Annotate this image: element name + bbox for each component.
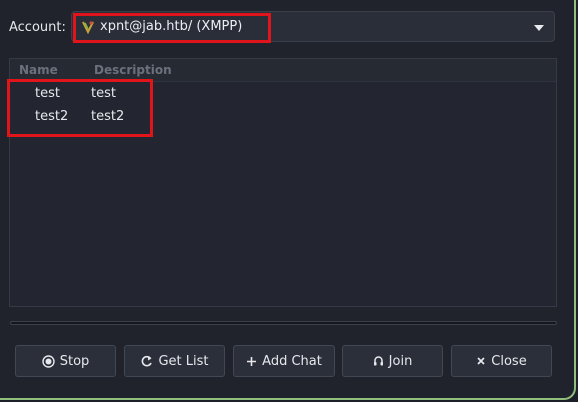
chevron-down-icon[interactable] bbox=[534, 25, 544, 31]
table-header: Name Description bbox=[10, 59, 556, 82]
close-button[interactable]: Close bbox=[451, 345, 552, 377]
room-description: test2 bbox=[91, 109, 125, 124]
room-name: test bbox=[35, 86, 60, 101]
join-button-label: Join bbox=[388, 353, 413, 369]
account-dropdown[interactable]: xpnt@jab.htb/ (XMPP) bbox=[71, 11, 555, 42]
refresh-icon bbox=[142, 355, 153, 366]
stop-button[interactable]: Stop bbox=[15, 345, 116, 377]
room-list-dialog: Account: xpnt@jab.htb/ (XMPP) Name Descr… bbox=[0, 0, 576, 400]
column-header-description[interactable]: Description bbox=[94, 63, 172, 77]
headset-icon bbox=[373, 356, 383, 366]
add-chat-button-label: Add Chat bbox=[262, 353, 322, 369]
pidgin-xmpp-icon bbox=[82, 21, 94, 34]
close-icon bbox=[477, 357, 485, 365]
room-list-table[interactable]: Name Description test test test2 test2 bbox=[9, 58, 557, 307]
close-button-label: Close bbox=[491, 353, 527, 369]
progress-bar bbox=[10, 321, 557, 325]
table-row[interactable]: test2 test2 bbox=[10, 105, 556, 127]
add-chat-button[interactable]: Add Chat bbox=[233, 345, 335, 377]
plus-icon bbox=[247, 356, 257, 366]
room-name: test2 bbox=[35, 109, 69, 124]
column-header-name[interactable]: Name bbox=[19, 63, 58, 77]
stop-icon bbox=[42, 354, 55, 368]
account-label: Account: bbox=[9, 20, 66, 35]
get-list-button[interactable]: Get List bbox=[124, 345, 225, 377]
room-description: test bbox=[91, 86, 116, 101]
stop-button-label: Stop bbox=[59, 353, 90, 369]
table-row[interactable]: test test bbox=[10, 82, 556, 104]
account-selected-value: xpnt@jab.htb/ (XMPP) bbox=[100, 19, 243, 34]
join-button[interactable]: Join bbox=[342, 345, 443, 377]
get-list-button-label: Get List bbox=[158, 353, 209, 369]
